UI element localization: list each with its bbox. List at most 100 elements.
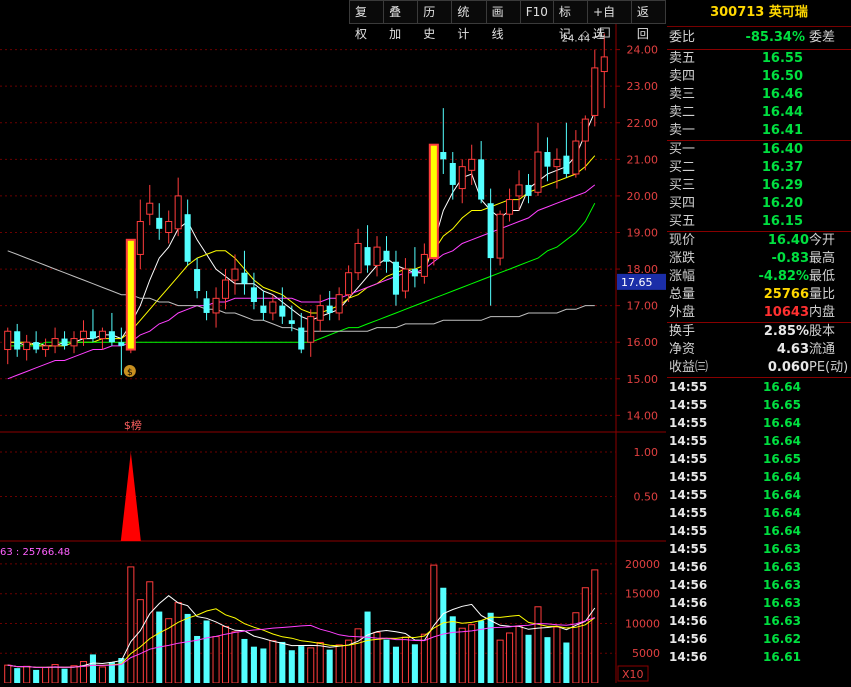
financial-stats: 换手 2.85% 股本 净资 4.63 流通 收益㈢ 0.060 PE(动): [667, 323, 851, 377]
volume-tick-label: 15000: [625, 588, 660, 601]
toolbar-button-f10[interactable]: F10: [519, 0, 554, 24]
money-bag-symbol: $: [127, 368, 133, 378]
buy-level-1: 买一 16.40: [667, 141, 851, 159]
indicator-tick-label: 0.50: [634, 491, 659, 504]
price-tick-label: 21.00: [627, 153, 659, 166]
volume-bar: [241, 638, 248, 683]
buy-level-3-value: 16.29: [761, 178, 803, 193]
candle-body: [136, 221, 144, 255]
candle-body: [79, 330, 88, 340]
volume-bar: [203, 620, 210, 683]
tick-time: 14:55: [669, 470, 708, 484]
candle-body: [563, 155, 570, 174]
weibi-row: 委比 -85.34% 委差: [667, 27, 851, 49]
kline-chart[interactable]: 24.0023.0022.0021.0020.0019.0018.0017.00…: [0, 0, 669, 684]
sell-level-2-value: 16.44: [761, 105, 803, 120]
toolbar-button-history[interactable]: 历史: [417, 0, 453, 41]
stat-1-value: -0.83: [771, 251, 809, 266]
fin-2-label: 收益㈢: [669, 360, 709, 375]
volume-bar: [14, 668, 21, 683]
candle-body: [326, 305, 333, 313]
stat-1: 涨跌 -0.83 最高: [667, 250, 851, 268]
tick-price: 16.65: [763, 398, 801, 412]
candle-body: [591, 67, 599, 116]
volume-bar: [401, 636, 409, 684]
kline-chart-area[interactable]: 24.00 23.00 22.00 21.00 20.00 19.00 18.00 17.00…: [0, 0, 669, 684]
stat-2-label2: 最低: [809, 269, 836, 284]
toolbar-button-restore-rights[interactable]: 复权: [349, 0, 385, 41]
indicator-tick-label: 1.00: [634, 446, 659, 459]
signal-label: $榜: [124, 418, 142, 432]
toolbar-button-statistics[interactable]: 统计: [451, 0, 487, 41]
volume-bar: [33, 669, 40, 683]
tick-price: 16.64: [763, 524, 801, 538]
ma-line-0: [7, 111, 596, 347]
stat-3-label: 总量: [669, 287, 696, 302]
toolbar-button-draw-line[interactable]: 画线: [485, 0, 521, 41]
candle-body: [42, 345, 50, 351]
stat-0-label: 现价: [669, 233, 696, 248]
candle-body: [316, 305, 324, 321]
tick-row: 14:56 16.63: [667, 594, 851, 612]
volume-bar: [298, 646, 305, 683]
stat-1-label: 涨跌: [669, 251, 696, 266]
tick-time: 14:55: [669, 416, 708, 430]
tick-price: 16.65: [763, 452, 801, 466]
toolbar-button-overlay[interactable]: 叠加: [383, 0, 419, 41]
candle-body: [146, 202, 154, 215]
stock-code: 300713: [710, 5, 765, 20]
buy-level-5: 买五 16.15: [667, 213, 851, 231]
volume-bar: [430, 564, 438, 684]
volume-bar: [544, 637, 551, 683]
volume-bar: [525, 634, 532, 683]
buy-level-4: 买四 16.20: [667, 195, 851, 213]
volume-bar: [288, 650, 295, 683]
candle-body: [581, 118, 589, 142]
buy-orders: 买一 16.40 买二 16.37 买三 16.29 买四 16.20 买五 16.15: [667, 141, 851, 231]
tick-time: 14:56: [669, 596, 708, 610]
candle-body: [184, 214, 191, 262]
stat-4-label2: 内盘: [809, 305, 836, 320]
tick-time: 14:55: [669, 380, 708, 394]
candle-body: [14, 331, 21, 350]
tick-row: 14:55 16.64: [667, 432, 851, 450]
buy-level-4-label: 买四: [669, 196, 696, 211]
tick-list[interactable]: 14:55 16.64 14:55 16.65 14:55 16.64 14:55 16.64…: [667, 378, 851, 666]
toolbar-button-back[interactable]: 返回: [630, 0, 666, 41]
candle-body: [156, 217, 163, 229]
candle-body: [51, 338, 59, 347]
volume-bar: [345, 639, 353, 684]
stat-0-value: 16.40: [767, 233, 809, 248]
candle-body: [118, 342, 125, 346]
fin-1-label: 净资: [669, 342, 696, 357]
tick-time: 14:55: [669, 398, 708, 412]
candle-body: [553, 158, 561, 168]
stat-4-value: 10643: [763, 305, 809, 320]
toolbar-button-mark[interactable]: 标记: [552, 0, 589, 41]
candle-body: [496, 213, 504, 259]
sell-level-5-label: 卖五: [669, 51, 696, 66]
toolbar-button-add-watchlist[interactable]: +自选: [587, 0, 632, 41]
tick-row: 14:55 16.64: [667, 522, 851, 540]
stat-4-label: 外盘: [669, 305, 696, 320]
volume-bar: [212, 636, 220, 684]
sell-level-5-value: 16.55: [761, 51, 803, 66]
tick-row: 14:56 16.63: [667, 612, 851, 630]
candle-body: [458, 166, 466, 190]
candle-body: [478, 159, 485, 200]
stat-3-value: 25766: [763, 287, 809, 302]
candle-body: [33, 342, 40, 350]
volume-bar: [468, 624, 476, 684]
volume-bar: [487, 612, 494, 683]
fin-1: 净资 4.63 流通: [667, 341, 851, 359]
candle-body: [506, 199, 514, 215]
tick-row: 14:55 16.64: [667, 486, 851, 504]
weicha-label: 委差: [809, 30, 836, 45]
sell-level-2: 卖二 16.44: [667, 104, 851, 122]
volume-bar: [269, 640, 277, 684]
candle-body: [231, 268, 239, 281]
stat-3: 总量 25766 量比: [667, 286, 851, 304]
stat-0: 现价 16.40 今开: [667, 232, 851, 250]
tick-price: 16.64: [763, 470, 801, 484]
tick-time: 14:55: [669, 524, 708, 538]
